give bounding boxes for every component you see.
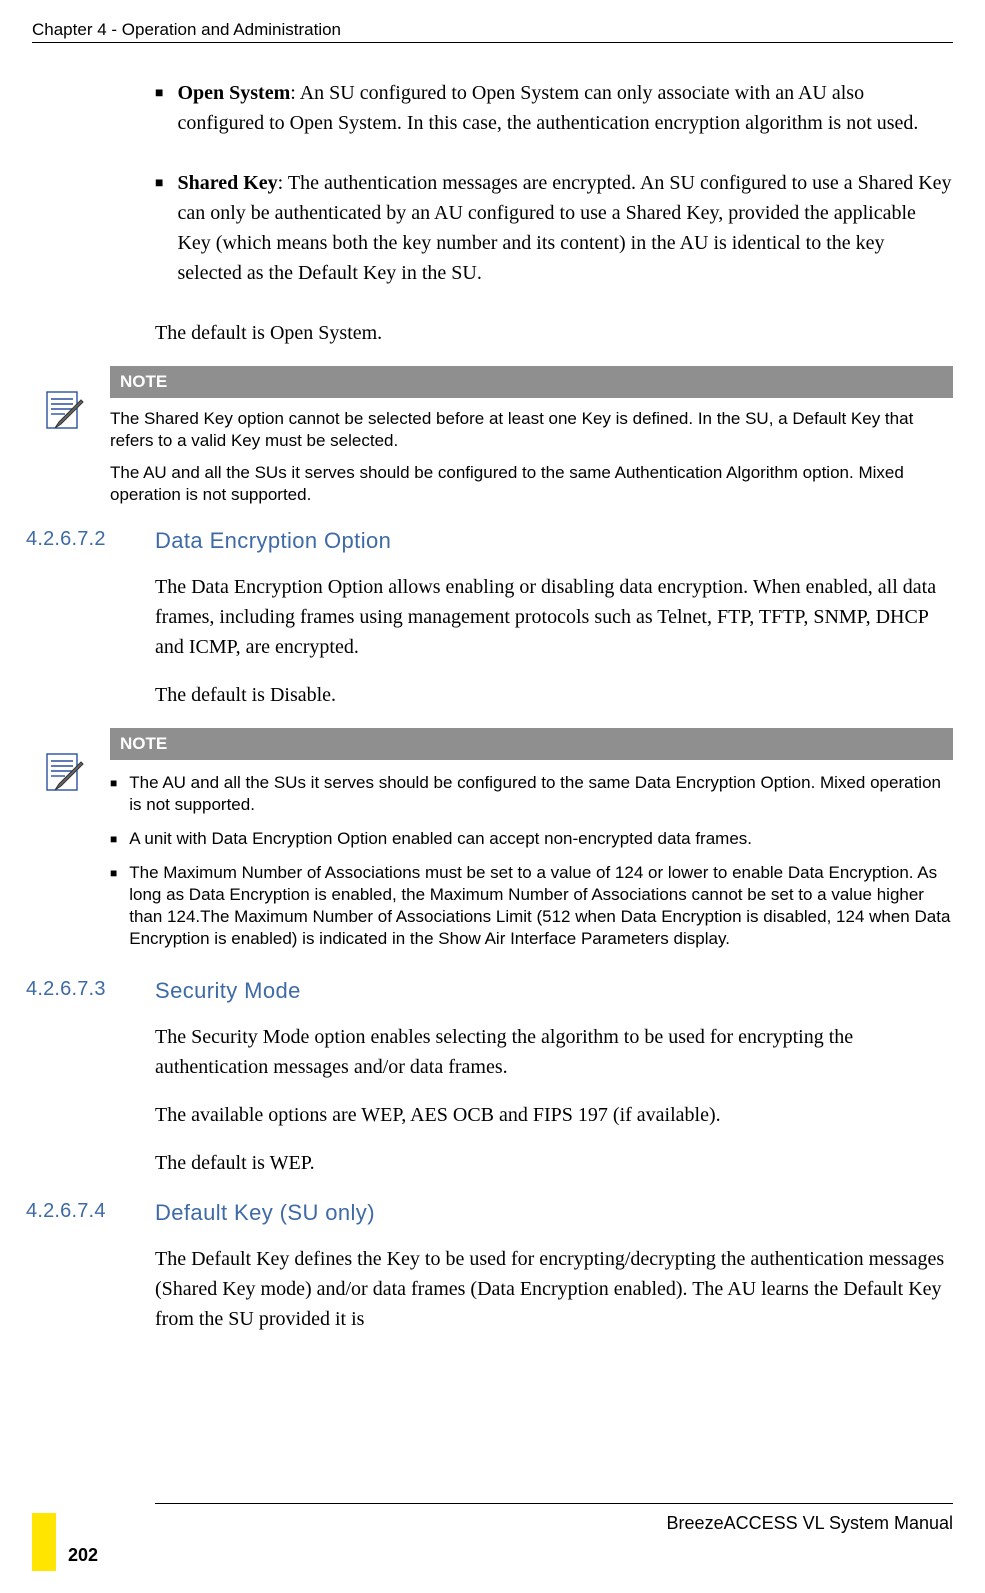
- square-bullet-icon: ■: [155, 78, 163, 138]
- square-bullet-icon: ■: [110, 862, 117, 950]
- note-label: NOTE: [110, 366, 953, 398]
- section-body: The default is WEP.: [155, 1148, 953, 1178]
- chapter-header: Chapter 4 - Operation and Administration: [32, 20, 953, 40]
- bullet-text: Open System: An SU configured to Open Sy…: [177, 78, 953, 138]
- page-footer: BreezeACCESS VL System Manual 202: [0, 1483, 985, 1593]
- section-data-encryption: 4.2.6.7.2 Data Encryption Option: [0, 528, 985, 554]
- note-bullet-text: The AU and all the SUs it serves should …: [129, 772, 953, 816]
- section-number: 4.2.6.7.2: [26, 528, 146, 551]
- note-text: The Shared Key option cannot be selected…: [110, 408, 953, 452]
- square-bullet-icon: ■: [155, 168, 163, 288]
- section-body: The available options are WEP, AES OCB a…: [155, 1100, 953, 1130]
- note-bullet: ■ A unit with Data Encryption Option ena…: [110, 828, 953, 850]
- note-icon: [42, 728, 90, 950]
- section-body: The Default Key defines the Key to be us…: [155, 1244, 953, 1334]
- note-bullet: ■ The Maximum Number of Associations mus…: [110, 862, 953, 950]
- bullet-open-system: ■ Open System: An SU configured to Open …: [155, 78, 953, 138]
- bullet-body: : The authentication messages are encryp…: [177, 172, 951, 284]
- yellow-tab: [32, 1513, 56, 1571]
- square-bullet-icon: ■: [110, 772, 117, 816]
- section-title: Security Mode: [155, 978, 953, 1004]
- bullet-title: Shared Key: [177, 172, 277, 194]
- note-bullet-text: A unit with Data Encryption Option enabl…: [129, 828, 752, 850]
- section-title: Data Encryption Option: [155, 528, 953, 554]
- page-number: 202: [68, 1545, 98, 1566]
- footer-rule: [155, 1503, 953, 1504]
- manual-title: BreezeACCESS VL System Manual: [667, 1513, 953, 1534]
- note-block-2: NOTE ■ The AU and all the SUs it serves …: [42, 728, 953, 950]
- section-body: The Security Mode option enables selecti…: [155, 1022, 953, 1082]
- bullet-title: Open System: [177, 82, 290, 104]
- section-body: The default is Disable.: [155, 680, 953, 710]
- note-block-1: NOTE The Shared Key option cannot be sel…: [42, 366, 953, 506]
- note-bullet: ■ The AU and all the SUs it serves shoul…: [110, 772, 953, 816]
- section-number: 4.2.6.7.3: [26, 978, 146, 1001]
- section-body: The Data Encryption Option allows enabli…: [155, 572, 953, 662]
- note-icon: [42, 366, 90, 506]
- note-label: NOTE: [110, 728, 953, 760]
- header-rule: [32, 42, 953, 43]
- section-default-key: 4.2.6.7.4 Default Key (SU only): [0, 1200, 985, 1226]
- bullet-text: Shared Key: The authentication messages …: [177, 168, 953, 288]
- bullet-shared-key: ■ Shared Key: The authentication message…: [155, 168, 953, 288]
- section-title: Default Key (SU only): [155, 1200, 953, 1226]
- note-text: The AU and all the SUs it serves should …: [110, 462, 953, 506]
- section-number: 4.2.6.7.4: [26, 1200, 146, 1223]
- note-bullet-text: The Maximum Number of Associations must …: [129, 862, 953, 950]
- square-bullet-icon: ■: [110, 828, 117, 850]
- section-security-mode: 4.2.6.7.3 Security Mode: [0, 978, 985, 1004]
- default-open-system: The default is Open System.: [155, 318, 953, 348]
